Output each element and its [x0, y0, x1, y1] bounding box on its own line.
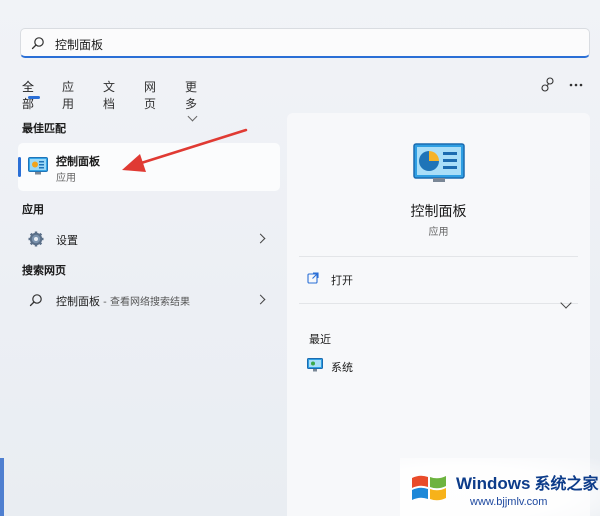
web-suffix: - 查看网络搜索结果	[100, 297, 190, 308]
watermark-brand-cn: 系统之家	[534, 476, 599, 493]
watermark-brand-en: Windows	[456, 474, 531, 493]
tab-documents[interactable]: 文档	[103, 78, 115, 112]
web-query: 控制面板	[56, 295, 100, 308]
ellipsis-icon	[569, 83, 583, 87]
detail-subtitle: 应用	[428, 227, 449, 238]
watermark-url: www.bjjmlv.com	[470, 496, 548, 508]
control-panel-icon	[28, 157, 48, 175]
site-watermark: Windows 系统之家 www.bjjmlv.com	[400, 458, 600, 516]
control-panel-icon	[413, 143, 465, 182]
network-share-icon	[541, 77, 554, 92]
chevron-down-icon	[187, 111, 198, 122]
result-type: 应用	[56, 173, 76, 184]
chevron-right-icon	[255, 233, 266, 244]
recent-label: 系统	[331, 361, 353, 374]
action-label: 打开	[331, 274, 353, 287]
search-icon	[29, 294, 42, 307]
divider	[299, 303, 578, 304]
tab-label: 更多	[185, 80, 198, 111]
search-icon	[31, 37, 44, 50]
best-match-heading: 最佳匹配	[22, 122, 66, 135]
system-monitor-icon	[307, 358, 323, 372]
more-options-button[interactable]	[567, 76, 585, 94]
detail-pane: 控制面板 应用 打开 最近 系统	[287, 113, 590, 516]
tab-label: 应用	[62, 80, 75, 111]
active-tab-indicator	[28, 96, 40, 99]
tab-web[interactable]: 网页	[144, 78, 156, 112]
open-external-icon	[307, 272, 319, 284]
selection-indicator	[18, 157, 21, 177]
windows-logo-icon	[412, 475, 446, 501]
tab-apps[interactable]: 应用	[62, 78, 74, 112]
recent-heading: 最近	[309, 333, 331, 346]
tab-label: 网页	[144, 80, 157, 111]
taskbar-edge	[0, 458, 4, 516]
web-result-control-panel[interactable]: 控制面板 - 查看网络搜索结果	[18, 287, 280, 313]
web-search-heading: 搜索网页	[22, 264, 66, 277]
tab-more[interactable]: 更多	[185, 78, 198, 126]
share-feedback-button[interactable]	[539, 76, 557, 94]
search-box[interactable]	[20, 28, 590, 58]
apps-heading: 应用	[22, 203, 44, 216]
detail-title: 控制面板	[410, 204, 467, 220]
chevron-right-icon	[255, 294, 266, 305]
tab-all[interactable]: 全部	[22, 78, 40, 112]
search-input[interactable]	[53, 33, 577, 55]
chevron-down-icon[interactable]	[560, 297, 572, 309]
result-label: 控制面板 - 查看网络搜索结果	[56, 293, 190, 309]
divider	[299, 256, 578, 257]
tab-label: 文档	[103, 80, 116, 111]
watermark-brand: Windows 系统之家	[456, 470, 598, 494]
search-panel: 全部 应用 文档 网页 更多 最佳匹配	[0, 0, 600, 516]
gear-icon	[28, 231, 44, 247]
result-label: 设置	[56, 234, 78, 247]
result-name: 控制面板	[56, 155, 100, 168]
best-match-result[interactable]: 控制面板 应用	[18, 143, 280, 191]
app-result-settings[interactable]: 设置	[18, 226, 280, 252]
